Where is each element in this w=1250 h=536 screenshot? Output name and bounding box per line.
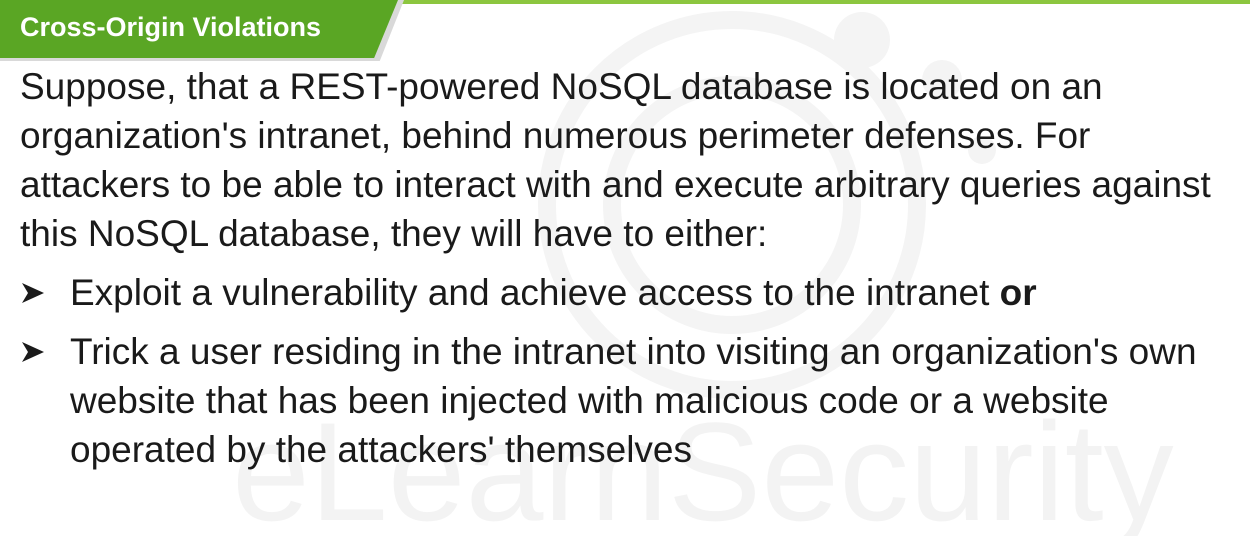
bullet-text-1-main: Exploit a vulnerability and achieve acce… bbox=[70, 272, 1000, 313]
bullet-item-1: Exploit a vulnerability and achieve acce… bbox=[20, 268, 1235, 317]
right-arrow-bullet-icon bbox=[20, 268, 70, 317]
slide-content: Suppose, that a REST-powered NoSQL datab… bbox=[20, 62, 1235, 474]
bullet-text-2: Trick a user residing in the intranet in… bbox=[70, 331, 1197, 470]
bullet-item-2: Trick a user residing in the intranet in… bbox=[20, 327, 1235, 474]
intro-paragraph: Suppose, that a REST-powered NoSQL datab… bbox=[20, 66, 1211, 254]
bullet-text-1: Exploit a vulnerability and achieve acce… bbox=[70, 268, 1235, 317]
slide-title: Cross-Origin Violations bbox=[20, 12, 322, 42]
bullet-text-1-bold: or bbox=[999, 272, 1037, 313]
right-arrow-bullet-icon bbox=[20, 327, 70, 376]
